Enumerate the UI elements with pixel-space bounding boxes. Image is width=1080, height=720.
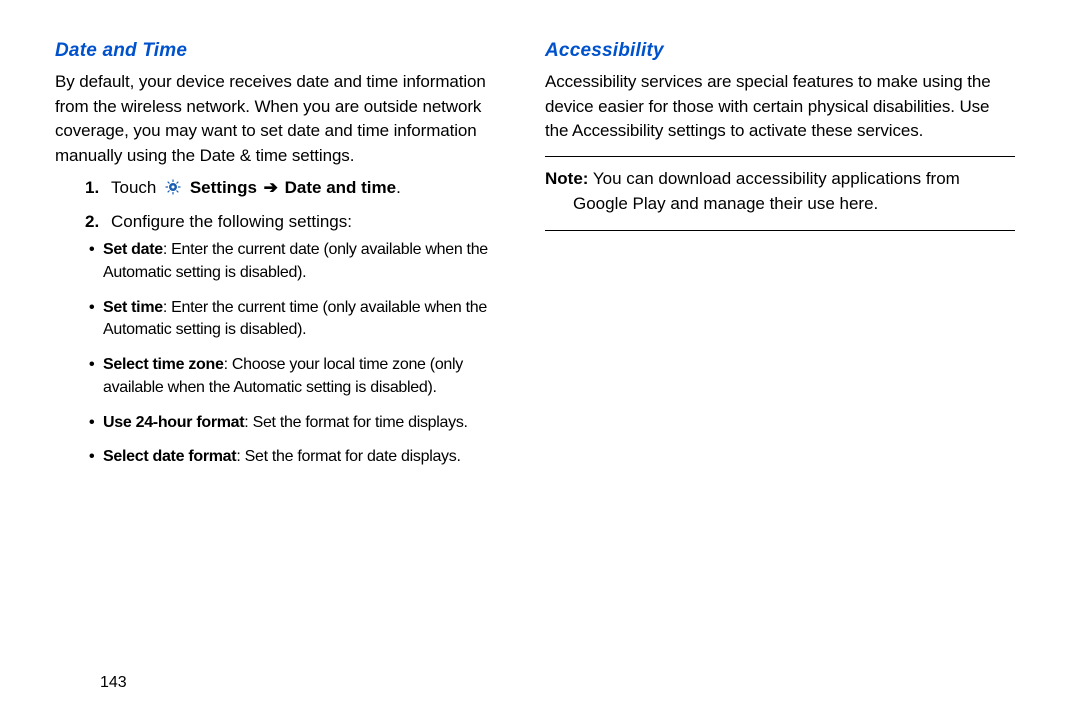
step1-target: Date and time — [285, 178, 396, 197]
bullet-title: Select time zone — [103, 356, 224, 373]
bullet-icon: • — [89, 412, 103, 435]
numbered-steps: 1. Touch Settings ➔ Da — [85, 175, 505, 236]
date-time-intro: By default, your device receives date an… — [55, 70, 505, 169]
bullet-icon: • — [89, 446, 103, 469]
note-line2: Google Play and manage their use here. — [545, 192, 1015, 217]
bullet-desc: : Set the format for time displays. — [244, 414, 467, 431]
list-item: • Select time zone: Choose your local ti… — [89, 354, 505, 399]
list-item: • Set date: Enter the current date (only… — [89, 239, 505, 284]
note-line1: You can download accessibility applicati… — [588, 169, 959, 188]
accessibility-intro: Accessibility services are special featu… — [545, 70, 1015, 144]
settings-gear-icon — [163, 177, 183, 205]
list-item: • Use 24-hour format: Set the format for… — [89, 412, 505, 435]
step-marker: 1. — [85, 175, 111, 205]
bullet-icon: • — [89, 239, 103, 284]
bullet-title: Set date — [103, 241, 163, 258]
bullet-text: Set date: Enter the current date (only a… — [103, 239, 505, 284]
step-1-content: Touch Settings ➔ Date and time. — [111, 175, 505, 205]
list-item: • Select date format: Set the format for… — [89, 446, 505, 469]
bullet-title: Select date format — [103, 448, 236, 465]
bullet-title: Use 24-hour format — [103, 414, 244, 431]
step-1: 1. Touch Settings ➔ Da — [85, 175, 505, 205]
step1-settings-label: Settings — [190, 178, 257, 197]
list-item: • Set time: Enter the current time (only… — [89, 297, 505, 342]
step1-period: . — [396, 178, 401, 197]
bullet-text: Set time: Enter the current time (only a… — [103, 297, 505, 342]
note-box: Note: You can download accessibility app… — [545, 156, 1015, 231]
bullet-text: Use 24-hour format: Set the format for t… — [103, 412, 505, 435]
bullet-text: Select date format: Set the format for d… — [103, 446, 505, 469]
settings-bullet-list: • Set date: Enter the current date (only… — [89, 239, 505, 469]
step-marker: 2. — [85, 209, 111, 235]
left-column: Date and Time By default, your device re… — [55, 40, 535, 720]
manual-page: Date and Time By default, your device re… — [0, 0, 1080, 720]
bullet-desc: : Set the format for date displays. — [236, 448, 460, 465]
bullet-title: Set time — [103, 299, 163, 316]
bullet-text: Select time zone: Choose your local time… — [103, 354, 505, 399]
page-number: 143 — [100, 674, 127, 692]
bullet-icon: • — [89, 354, 103, 399]
step-2-content: Configure the following settings: — [111, 209, 505, 235]
note-text: Note: You can download accessibility app… — [545, 167, 1015, 216]
accessibility-heading: Accessibility — [545, 40, 1015, 62]
date-time-heading: Date and Time — [55, 40, 505, 62]
step1-prefix: Touch — [111, 178, 156, 197]
bullet-icon: • — [89, 297, 103, 342]
arrow-icon: ➔ — [262, 178, 280, 197]
step-2: 2. Configure the following settings: — [85, 209, 505, 235]
note-label: Note: — [545, 169, 588, 188]
right-column: Accessibility Accessibility services are… — [535, 40, 1015, 720]
